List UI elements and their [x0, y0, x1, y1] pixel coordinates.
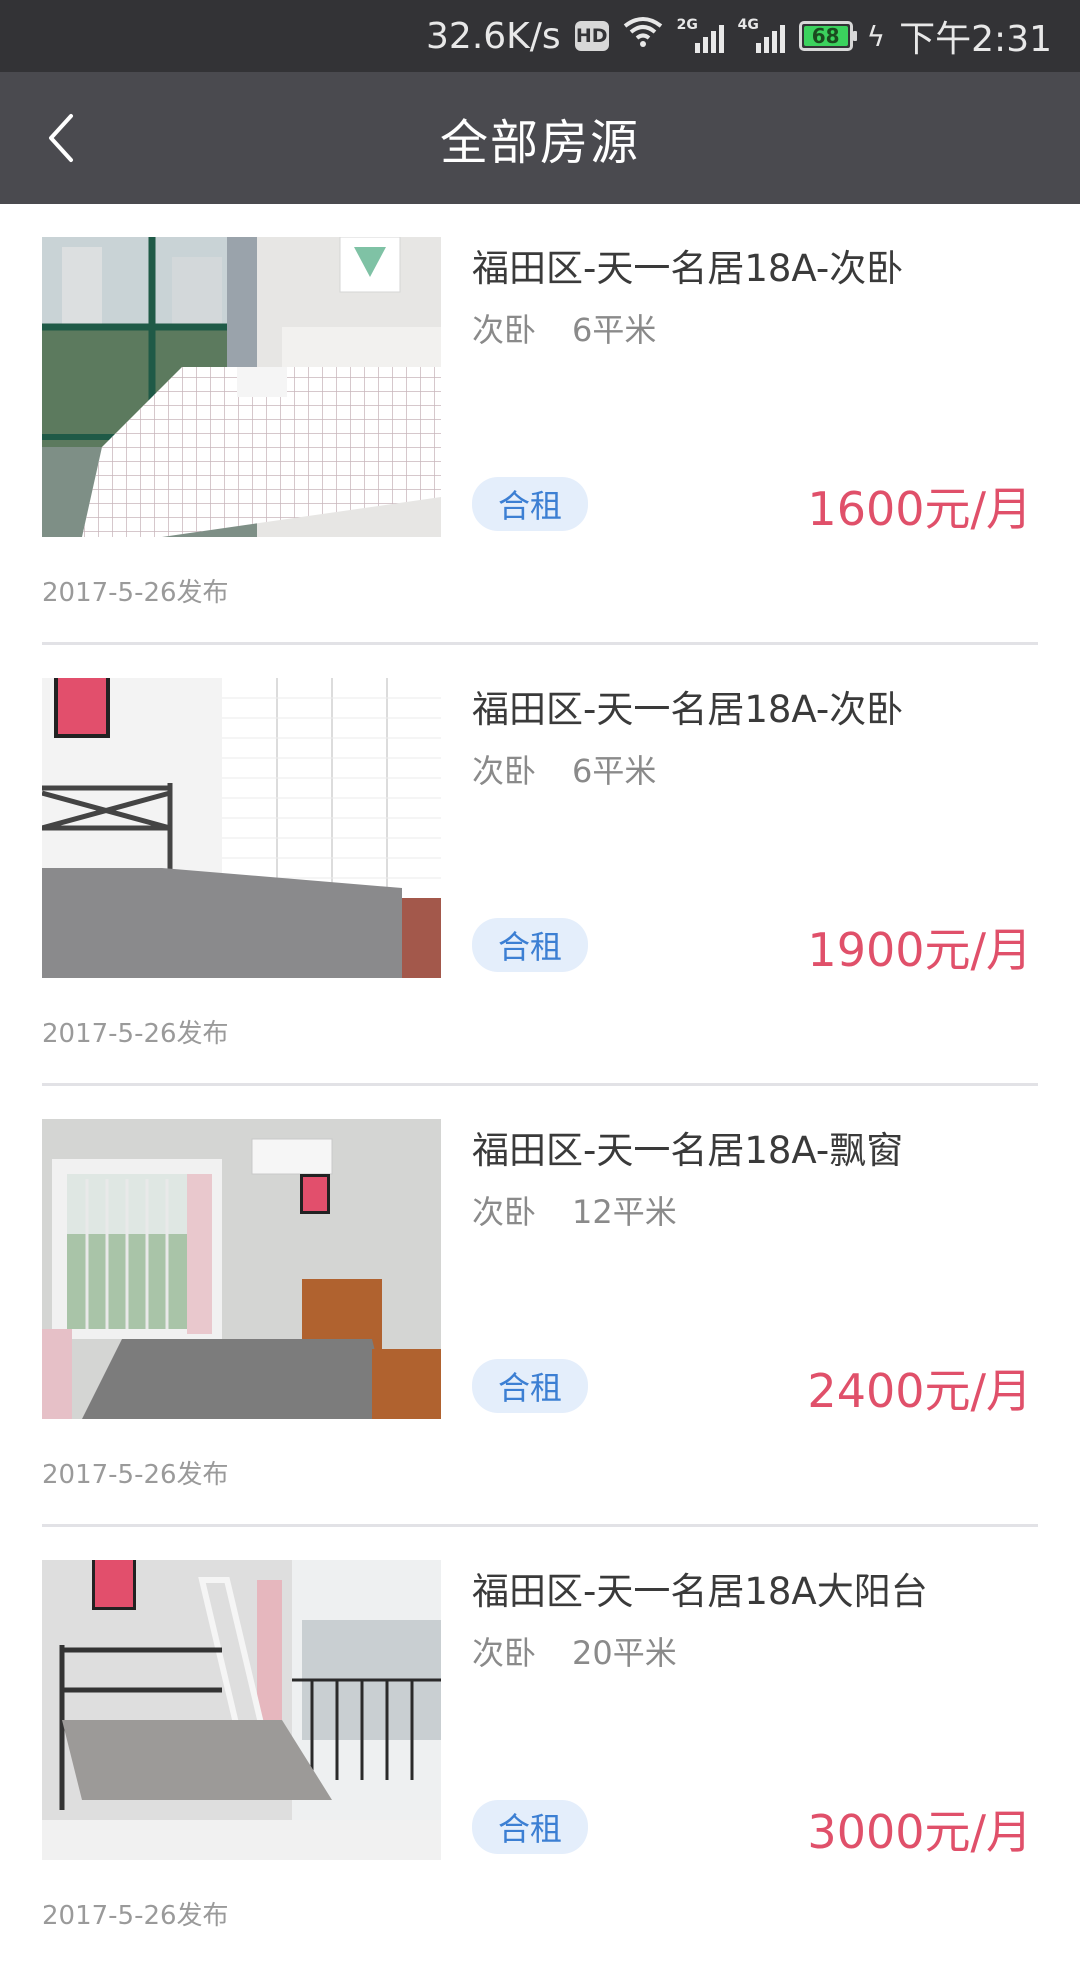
network-speed: 32.6K/s [426, 15, 561, 57]
publish-date: 2017-5-26发布 [42, 1019, 229, 1049]
signal-4g-icon: 4G [737, 17, 785, 53]
wifi-icon [623, 16, 663, 57]
listing-meta: 次卧 6平米 [472, 746, 1038, 792]
listing-photo[interactable] [42, 678, 441, 978]
publish-date: 2017-5-26发布 [42, 578, 229, 608]
listing-price: 2400元/月 [807, 1364, 1032, 1418]
signal-4g-label: 4G [737, 17, 759, 33]
listing-list[interactable]: 福田区-天一名居18A-次卧 次卧 6平米 合租 1600元/月 2017-5-2… [0, 204, 1080, 1968]
room-type: 次卧 [472, 311, 537, 350]
listing-photo[interactable] [42, 1119, 441, 1419]
listing-meta: 次卧 12平米 [472, 1187, 1038, 1233]
battery-level: 68 [803, 24, 848, 48]
listing-meta: 次卧 6平米 [472, 305, 1038, 351]
battery-icon: 68 [798, 21, 857, 51]
room-area: 12平米 [572, 1193, 677, 1232]
room-area: 6平米 [572, 752, 657, 791]
listing-title: 福田区-天一名居18A-次卧 [472, 688, 904, 731]
listing-item[interactable]: 福田区-天一名居18A-次卧 次卧 6平米 合租 1900元/月 2017-5-2… [42, 645, 1038, 1086]
room-type: 次卧 [472, 1193, 537, 1232]
listing-title: 福田区-天一名居18A-飘窗 [472, 1129, 904, 1172]
listing-info: 福田区-天一名居18A大阳台 次卧 20平米 合租 3000元/月 [472, 1560, 1038, 1860]
listing-price: 1600元/月 [807, 482, 1032, 536]
room-type: 次卧 [472, 752, 537, 791]
charging-icon: ϟ [866, 19, 886, 53]
hd-icon: HD [574, 21, 609, 51]
rent-type-badge: 合租 [472, 477, 589, 531]
listing-item[interactable]: 福田区-天一名居18A-次卧 次卧 6平米 合租 1600元/月 2017-5-2… [42, 204, 1038, 645]
listing-title: 福田区-天一名居18A大阳台 [472, 1570, 928, 1613]
rent-type-badge: 合租 [472, 1359, 589, 1413]
nav-bar: 全部房源 [0, 72, 1080, 204]
publish-date: 2017-5-26发布 [42, 1460, 229, 1490]
listing-photo[interactable] [42, 237, 441, 537]
clock: 下午2:31 [899, 19, 1052, 60]
listing-title: 福田区-天一名居18A-次卧 [472, 247, 904, 290]
page-title: 全部房源 [439, 115, 640, 171]
room-area: 20平米 [572, 1634, 677, 1673]
signal-2g-label: 2G [676, 17, 698, 33]
listing-meta: 次卧 20平米 [472, 1628, 1038, 1674]
listing-info: 福田区-天一名居18A-次卧 次卧 6平米 合租 1600元/月 [472, 237, 1038, 537]
signal-2g-icon: 2G [676, 17, 724, 53]
listing-price: 1900元/月 [807, 923, 1032, 977]
room-area: 6平米 [572, 311, 657, 350]
listing-price: 3000元/月 [807, 1805, 1032, 1859]
rent-type-badge: 合租 [472, 918, 589, 972]
listing-info: 福田区-天一名居18A-次卧 次卧 6平米 合租 1900元/月 [472, 678, 1038, 978]
room-type: 次卧 [472, 1634, 537, 1673]
listing-photo[interactable] [42, 1560, 441, 1860]
listing-item[interactable]: 福田区-天一名居18A大阳台 次卧 20平米 合租 3000元/月 2017-5-… [42, 1527, 1038, 1968]
listing-item[interactable]: 福田区-天一名居18A-飘窗 次卧 12平米 合租 2400元/月 2017-5-… [42, 1086, 1038, 1527]
status-bar: 32.6K/s HD 2G 4G 68 ϟ 下午2:31 [0, 0, 1080, 72]
back-button[interactable] [30, 102, 90, 174]
listing-info: 福田区-天一名居18A-飘窗 次卧 12平米 合租 2400元/月 [472, 1119, 1038, 1419]
rent-type-badge: 合租 [472, 1800, 589, 1854]
chevron-left-icon [49, 114, 73, 162]
publish-date: 2017-5-26发布 [42, 1901, 229, 1931]
